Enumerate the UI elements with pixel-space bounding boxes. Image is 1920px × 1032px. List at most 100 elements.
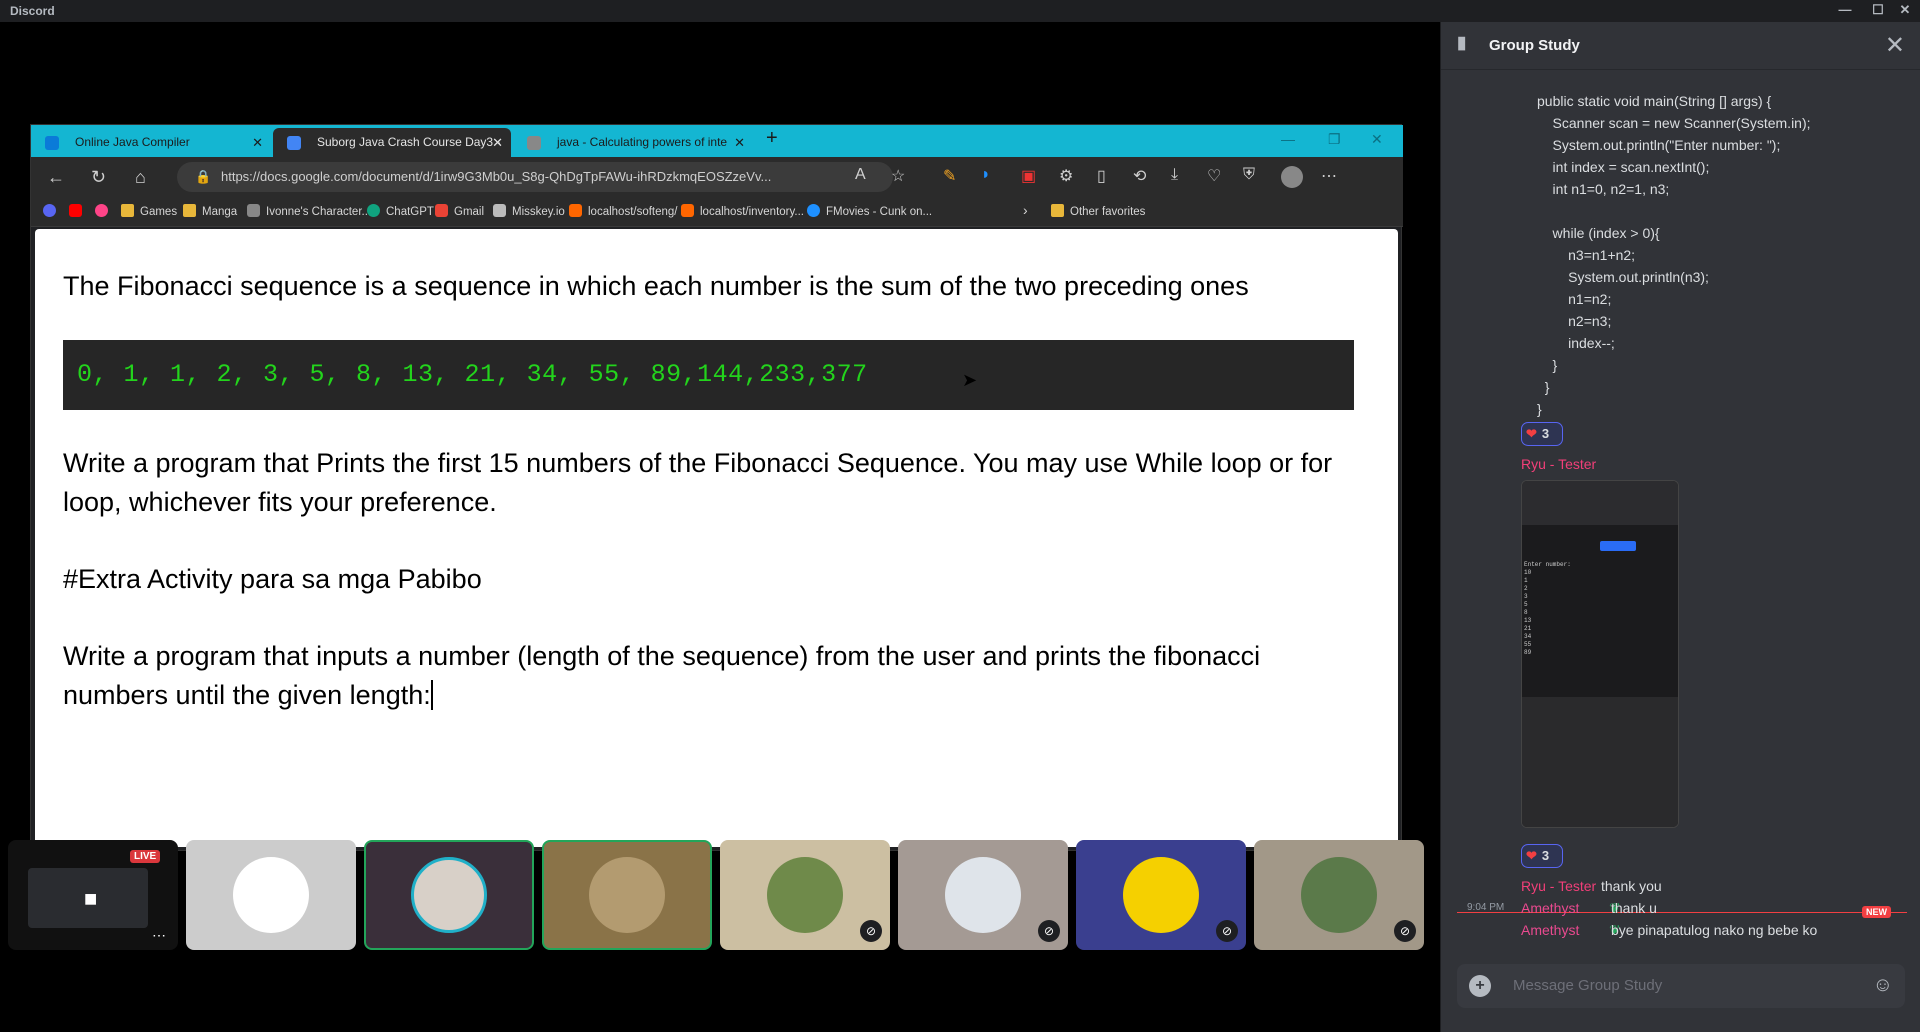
- avatar: [233, 857, 309, 933]
- camera-icon: ■: [84, 886, 98, 911]
- app-title: Discord: [10, 4, 55, 18]
- browser-tab-stackoverflow[interactable]: java - Calculating powers of inte ✕: [513, 128, 753, 157]
- browser-tab-compiler[interactable]: Online Java Compiler ✕: [31, 128, 271, 157]
- url-text: https://docs.google.com/document/d/1irw9…: [221, 169, 772, 184]
- heart-reaction[interactable]: ❤ 3: [1521, 844, 1563, 868]
- folder-icon: [1051, 204, 1064, 217]
- tab-label: java - Calculating powers of inte: [557, 135, 728, 149]
- bookmark-chatgpt[interactable]: ChatGPT: [367, 204, 434, 218]
- heart-icon: ❤: [1526, 426, 1537, 441]
- split-screen-icon[interactable]: ▯: [1097, 166, 1106, 186]
- browser-tab-docs[interactable]: Suborg Java Crash Course Day3 - ✕: [273, 128, 511, 157]
- history-icon[interactable]: ⟲: [1133, 166, 1146, 186]
- security-icon[interactable]: ⛨: [1243, 166, 1255, 184]
- back-icon[interactable]: ←: [47, 167, 65, 188]
- pencil-extension-icon[interactable]: ✎: [943, 166, 956, 186]
- maximize-icon[interactable]: ☐: [1863, 2, 1893, 18]
- doc-paragraph: Write a program that inputs a number (le…: [63, 641, 1261, 710]
- chevron-right-icon[interactable]: ›: [1023, 202, 1028, 218]
- message-text: bye pinapatulog nako ng bebe ko: [1611, 922, 1818, 938]
- phone-keyboard: [1522, 697, 1678, 827]
- muted-icon: ⊘: [860, 920, 882, 942]
- close-icon[interactable]: ✕: [1890, 2, 1920, 18]
- message-text: thank u: [1611, 900, 1657, 916]
- extension-icon[interactable]: ▣: [1021, 166, 1036, 186]
- favorite-star-icon[interactable]: ☆: [891, 166, 905, 186]
- doc-paragraph: The Fibonacci sequence is a sequence in …: [63, 271, 1249, 301]
- reload-icon[interactable]: ↻: [91, 167, 106, 188]
- youtube-bookmark-icon[interactable]: [69, 204, 88, 218]
- bookmark-inventory[interactable]: localhost/inventory...: [681, 204, 804, 218]
- extension-icon[interactable]: ◗: [981, 166, 991, 184]
- participant-tile[interactable]: ⊘: [898, 840, 1068, 950]
- participant-tile[interactable]: [364, 840, 534, 950]
- username[interactable]: Ryu - Tester: [1521, 456, 1596, 472]
- message-input[interactable]: Message Group Study: [1513, 977, 1662, 994]
- minimize-icon[interactable]: —: [1830, 2, 1860, 17]
- bookmark-fmovies[interactable]: FMovies - Cunk on...: [807, 204, 932, 218]
- username[interactable]: Ryu - Tester: [1521, 878, 1596, 894]
- compiler-icon: [45, 136, 59, 150]
- participant-tile[interactable]: [542, 840, 712, 950]
- bookmark-gmail[interactable]: Gmail: [435, 204, 484, 218]
- download-icon[interactable]: ⤓: [1171, 166, 1178, 184]
- new-badge: NEW: [1862, 906, 1891, 918]
- emoji-icon[interactable]: ☺: [1873, 974, 1893, 997]
- bookmark-icon[interactable]: [95, 204, 114, 218]
- more-icon[interactable]: ⋯: [1321, 166, 1337, 186]
- app-titlebar: Discord — ☐ ✕: [0, 0, 1920, 22]
- close-tab-icon[interactable]: ✕: [734, 128, 745, 157]
- username[interactable]: Amethyst: [1521, 922, 1579, 938]
- profile-avatar[interactable]: [1281, 166, 1303, 188]
- discord-bookmark-icon[interactable]: [43, 204, 62, 218]
- mouse-cursor-icon: ➤: [962, 370, 978, 390]
- bookmark-manga[interactable]: Manga: [183, 204, 237, 218]
- url-field[interactable]: 🔒 https://docs.google.com/document/d/1ir…: [177, 162, 893, 192]
- avatar: [411, 857, 487, 933]
- close-tab-icon[interactable]: ✕: [252, 128, 263, 157]
- heart-reaction[interactable]: ❤ 3: [1521, 422, 1563, 446]
- extensions-icon[interactable]: ⚙: [1059, 166, 1073, 186]
- tab-label: Suborg Java Crash Course Day3 -: [317, 135, 501, 149]
- performance-icon[interactable]: ♡: [1207, 166, 1221, 186]
- close-chat-icon[interactable]: ✕: [1885, 31, 1905, 60]
- add-attachment-icon[interactable]: +: [1469, 975, 1491, 997]
- doc-paragraph: #Extra Activity para sa mga Pabibo: [63, 564, 482, 594]
- text-cursor: [430, 680, 433, 710]
- participant-tile[interactable]: ⊘: [720, 840, 890, 950]
- bookmark-softeng[interactable]: localhost/softeng/: [569, 204, 678, 218]
- bookmark-ivonne[interactable]: Ivonne's Character...: [247, 204, 371, 218]
- participant-tile[interactable]: [186, 840, 356, 950]
- bookmark-misskey[interactable]: Misskey.io: [493, 204, 565, 218]
- google-doc[interactable]: The Fibonacci sequence is a sequence in …: [35, 229, 1398, 847]
- close-tab-icon[interactable]: ✕: [492, 128, 503, 157]
- code-message: public static void main(String [] args) …: [1537, 93, 1811, 417]
- bookmark-games[interactable]: Games: [121, 204, 177, 218]
- browser-close-icon[interactable]: ✕: [1371, 131, 1383, 148]
- read-aloud-icon[interactable]: A: [855, 166, 866, 184]
- message-composer[interactable]: + Message Group Study ☺: [1457, 964, 1905, 1008]
- stackoverflow-icon: [527, 136, 541, 150]
- lock-icon: 🔒: [195, 169, 212, 184]
- avatar: [945, 857, 1021, 933]
- bookmark-other-favorites[interactable]: Other favorites: [1051, 204, 1145, 218]
- message-text: thank you: [1601, 878, 1662, 894]
- avatar: [589, 857, 665, 933]
- chat-header: ▮ Group Study ✕: [1441, 22, 1920, 70]
- participant-tile[interactable]: ⊘: [1254, 840, 1424, 950]
- more-icon[interactable]: ⋯: [152, 927, 166, 944]
- muted-icon: ⊘: [1038, 920, 1060, 942]
- browser-minimize-icon[interactable]: —: [1281, 131, 1295, 147]
- docs-icon: [287, 136, 301, 150]
- timestamp: 9:04 PM: [1467, 902, 1505, 913]
- avatar: [1123, 857, 1199, 933]
- image-attachment[interactable]: Enter number: 10 1 2 3 5 8 13 21 34 55 8…: [1521, 480, 1679, 828]
- username[interactable]: Amethyst: [1521, 900, 1579, 916]
- screen-share[interactable]: Online Java Compiler ✕ Suborg Java Crash…: [30, 124, 1403, 851]
- avatar: [767, 857, 843, 933]
- chat-bubble-icon: ▮: [1457, 33, 1467, 52]
- home-icon[interactable]: ⌂: [135, 167, 146, 188]
- browser-restore-icon[interactable]: ❐: [1328, 131, 1341, 148]
- participant-tile[interactable]: ⊘: [1076, 840, 1246, 950]
- new-tab-icon[interactable]: +: [766, 127, 778, 150]
